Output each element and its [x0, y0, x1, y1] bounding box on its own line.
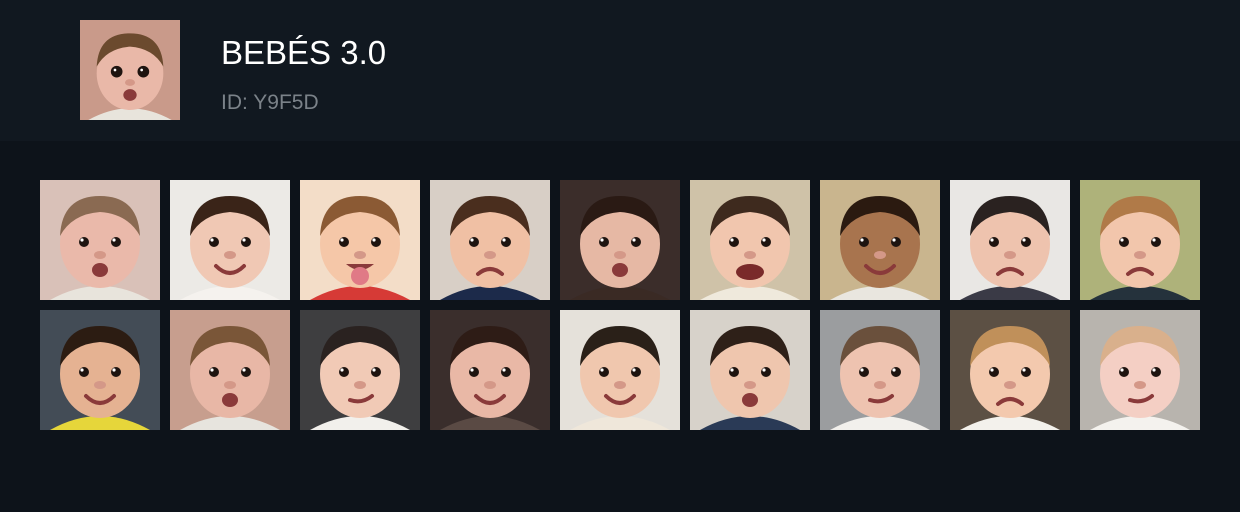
toddler-tongue-out-icon: [300, 180, 420, 300]
baby-closeup-eyes-icon: [40, 180, 160, 300]
sticker-baby-bald-smirk[interactable]: [1080, 310, 1200, 430]
sticker-sisters-hugging[interactable]: [820, 180, 940, 300]
girl-surprised-icon: [560, 180, 680, 300]
girl-crying-pigtails-icon: [690, 180, 810, 300]
pack-title: BEBÉS 3.0: [221, 34, 387, 71]
sticker-girl-facepalm[interactable]: [950, 180, 1070, 300]
pack-thumbnail[interactable]: [80, 20, 180, 120]
pack-id: ID: Y9F5D: [221, 91, 319, 114]
baby-bald-smirk-icon: [1080, 310, 1200, 430]
baby-chubby-cheeks-icon: [820, 310, 940, 430]
sticker-toddler-tongue-out[interactable]: [300, 180, 420, 300]
sticker-boy-pouting[interactable]: [950, 310, 1070, 430]
pack-header: BEBÉS 3.0 ID: Y9F5D: [0, 0, 1240, 141]
sticker-girl-squint-smile[interactable]: [430, 310, 550, 430]
baby-closeup-nose-icon: [170, 310, 290, 430]
sticker-girl-peace-sign[interactable]: [170, 180, 290, 300]
sticker-toddler-sleepy[interactable]: [690, 310, 810, 430]
sticker-girl-surprised[interactable]: [560, 180, 680, 300]
sticker-girl-white-bow[interactable]: [430, 180, 550, 300]
girl-facepalm-icon: [950, 180, 1070, 300]
sisters-hugging-icon: [820, 180, 940, 300]
girl-white-bow-icon: [430, 180, 550, 300]
boy-pouting-icon: [950, 310, 1070, 430]
toddler-sleepy-icon: [690, 310, 810, 430]
boy-grumpy-icon: [1080, 180, 1200, 300]
sticker-girl-crying-pigtails[interactable]: [690, 180, 810, 300]
sticker-baby-closeup-eyes[interactable]: [40, 180, 160, 300]
sticker-baby-chubby-cheeks[interactable]: [820, 310, 940, 430]
boy-smirk-icon: [300, 310, 420, 430]
sticker-boy-smirk[interactable]: [300, 310, 420, 430]
sticker-grid: [40, 180, 1200, 430]
sticker-boy-grumpy[interactable]: [1080, 180, 1200, 300]
kids-kiss-icon: [560, 310, 680, 430]
sticker-kids-kiss[interactable]: [560, 310, 680, 430]
girl-squint-smile-icon: [430, 310, 550, 430]
sticker-baby-closeup-nose[interactable]: [170, 310, 290, 430]
girl-peace-sign-icon: [170, 180, 290, 300]
baby-face-closeup-icon: [80, 20, 180, 120]
sticker-boy-yellow-hoodie[interactable]: [40, 310, 160, 430]
boy-yellow-hoodie-icon: [40, 310, 160, 430]
